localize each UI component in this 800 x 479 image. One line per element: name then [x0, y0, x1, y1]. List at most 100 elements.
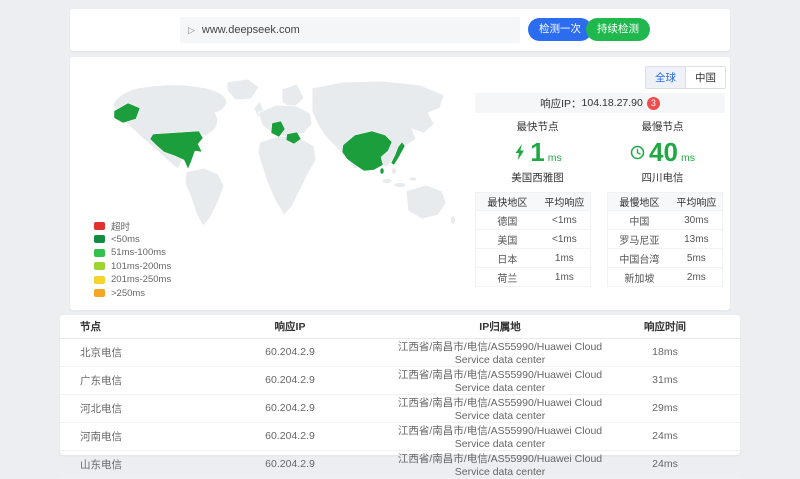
- map-landmass-borneo: [409, 177, 417, 181]
- legend-item: <50ms: [94, 233, 171, 246]
- legend-label: 101ms-200ms: [111, 261, 171, 272]
- slowest-region-row: 罗马尼亚 13ms: [608, 229, 722, 248]
- tab-global[interactable]: 全球: [646, 67, 685, 88]
- legend-swatch-lt50: [94, 235, 105, 243]
- table-header-row: 节点 响应IP IP归属地 响应时间: [60, 315, 740, 338]
- slowest-regions-table: 最慢地区 平均响应 中国 30ms 罗马尼亚 13ms 中国台湾 5ms 新加坡…: [607, 192, 723, 287]
- fastest-regions-header: 最快地区 平均响应: [476, 193, 590, 210]
- node-ip: 60.204.2.9: [200, 366, 380, 394]
- table-row: 河南电信 60.204.2.9 江西省/南昌市/电信/AS55990/Huawe…: [60, 422, 740, 450]
- slowest-regions-header: 最慢地区 平均响应: [608, 193, 722, 210]
- region-avg: 2ms: [671, 272, 722, 283]
- legend-label: 51ms-100ms: [111, 247, 166, 258]
- legend-swatch-101-200: [94, 262, 105, 270]
- node-ip: 60.204.2.9: [200, 450, 380, 478]
- legend-label: 201ms-250ms: [111, 274, 171, 285]
- legend-swatch-timeout: [94, 222, 105, 230]
- fastest-node-unit: ms: [548, 152, 562, 164]
- check-once-button[interactable]: 检测一次: [528, 18, 592, 41]
- node-name: 广东电信: [60, 366, 200, 394]
- fastest-region-row: 德国 <1ms: [476, 210, 590, 229]
- fastest-node-stat: 最快节点 1 ms 美国西雅图: [475, 119, 600, 185]
- node-location: 江西省/南昌市/电信/AS55990/Huawei Cloud Service …: [380, 366, 620, 394]
- map-landmass-europe: [258, 105, 312, 137]
- fastest-node-location: 美国西雅图: [475, 170, 600, 185]
- region-name: 德国: [476, 213, 539, 228]
- tab-china[interactable]: 中国: [685, 67, 725, 88]
- node-location: 江西省/南昌市/电信/AS55990/Huawei Cloud Service …: [380, 338, 620, 366]
- table-row: 北京电信 60.204.2.9 江西省/南昌市/电信/AS55990/Huawe…: [60, 338, 740, 366]
- slowest-node-location: 四川电信: [600, 170, 725, 185]
- continuous-check-button[interactable]: 持续检测: [586, 18, 650, 41]
- fastest-node-title: 最快节点: [475, 119, 600, 134]
- fastest-region-row: 日本 1ms: [476, 248, 590, 267]
- url-input-value: www.deepseek.com: [202, 24, 300, 36]
- node-ip: 60.204.2.9: [200, 422, 380, 450]
- result-overview-card: 超时 <50ms 51ms-100ms 101ms-200ms 201ms-25…: [70, 57, 730, 310]
- node-time: 18ms: [620, 338, 740, 366]
- world-map-svg: [84, 72, 466, 232]
- legend-swatch-201-250: [94, 276, 105, 284]
- region-name: 新加坡: [608, 270, 671, 285]
- region-avg: 30ms: [671, 215, 722, 226]
- col-header-node: 节点: [60, 315, 200, 338]
- table-row: 广东电信 60.204.2.9 江西省/南昌市/电信/AS55990/Huawe…: [60, 366, 740, 394]
- legend-item: 201ms-250ms: [94, 273, 171, 286]
- col-header-time: 响应时间: [620, 315, 740, 338]
- node-name: 河北电信: [60, 394, 200, 422]
- legend-label: <50ms: [111, 234, 140, 245]
- col-header-location: IP归属地: [380, 315, 620, 338]
- node-detail-table-card: 节点 响应IP IP归属地 响应时间 北京电信 60.204.2.9 江西省/南…: [60, 315, 740, 455]
- fastest-regions-table: 最快地区 平均响应 德国 <1ms 美国 <1ms 日本 1ms 荷兰 1ms: [475, 192, 591, 287]
- region-avg: 1ms: [539, 253, 590, 264]
- slowest-node-value: 40: [649, 137, 678, 167]
- map-country-taiwan[interactable]: [380, 168, 384, 174]
- slowest-region-row: 中国 30ms: [608, 210, 722, 229]
- table-row: 山东电信 60.204.2.9 江西省/南昌市/电信/AS55990/Huawe…: [60, 450, 740, 478]
- world-map[interactable]: [84, 72, 466, 232]
- map-landmass-new-guinea: [394, 183, 406, 188]
- map-legend: 超时 <50ms 51ms-100ms 101ms-200ms 201ms-25…: [94, 219, 171, 300]
- node-time: 24ms: [620, 450, 740, 478]
- slowest-region-row: 中国台湾 5ms: [608, 248, 722, 267]
- region-avg: <1ms: [539, 215, 590, 226]
- map-landmass-australia: [406, 185, 446, 219]
- legend-item: 超时: [94, 219, 171, 232]
- node-location: 江西省/南昌市/电信/AS55990/Huawei Cloud Service …: [380, 394, 620, 422]
- region-name: 美国: [476, 232, 539, 247]
- table-row: 河北电信 60.204.2.9 江西省/南昌市/电信/AS55990/Huawe…: [60, 394, 740, 422]
- slowest-node-title: 最慢节点: [600, 119, 725, 134]
- node-name: 北京电信: [60, 338, 200, 366]
- slowest-node-stat: 最慢节点 40 ms 四川电信: [600, 119, 725, 185]
- map-landmass-south-america: [185, 168, 224, 226]
- region-avg: <1ms: [539, 234, 590, 245]
- region-avg: 13ms: [671, 234, 722, 245]
- slowest-node-unit: ms: [681, 152, 695, 164]
- col-header-ip: 响应IP: [200, 315, 380, 338]
- clock-icon: [630, 145, 645, 160]
- fastest-region-row: 荷兰 1ms: [476, 267, 590, 286]
- map-landmass-africa: [258, 136, 316, 215]
- node-ip: 60.204.2.9: [200, 338, 380, 366]
- legend-label: >250ms: [111, 288, 145, 299]
- scope-tabs: 全球 中国: [645, 66, 726, 89]
- region-avg: 5ms: [671, 253, 722, 264]
- map-landmass-greenland: [227, 79, 259, 100]
- play-triangle-icon: ▷: [188, 25, 195, 36]
- ip-count-badge[interactable]: 3: [647, 97, 660, 110]
- legend-item: 101ms-200ms: [94, 260, 171, 273]
- col-slowest-region: 最慢地区: [608, 194, 671, 209]
- node-name: 山东电信: [60, 450, 200, 478]
- region-avg: 1ms: [539, 272, 590, 283]
- node-time: 29ms: [620, 394, 740, 422]
- col-fastest-region: 最快地区: [476, 194, 539, 209]
- region-name: 罗马尼亚: [608, 232, 671, 247]
- node-stats: 最快节点 1 ms 美国西雅图 最慢节点 40 ms 四川电信: [475, 119, 725, 185]
- node-time: 24ms: [620, 422, 740, 450]
- col-avg-response: 平均响应: [671, 194, 722, 209]
- url-input[interactable]: ▷ www.deepseek.com: [180, 17, 520, 43]
- slowest-region-row: 新加坡 2ms: [608, 267, 722, 286]
- lightning-icon: [513, 144, 526, 160]
- node-location: 江西省/南昌市/电信/AS55990/Huawei Cloud Service …: [380, 450, 620, 478]
- region-name: 中国: [608, 213, 671, 228]
